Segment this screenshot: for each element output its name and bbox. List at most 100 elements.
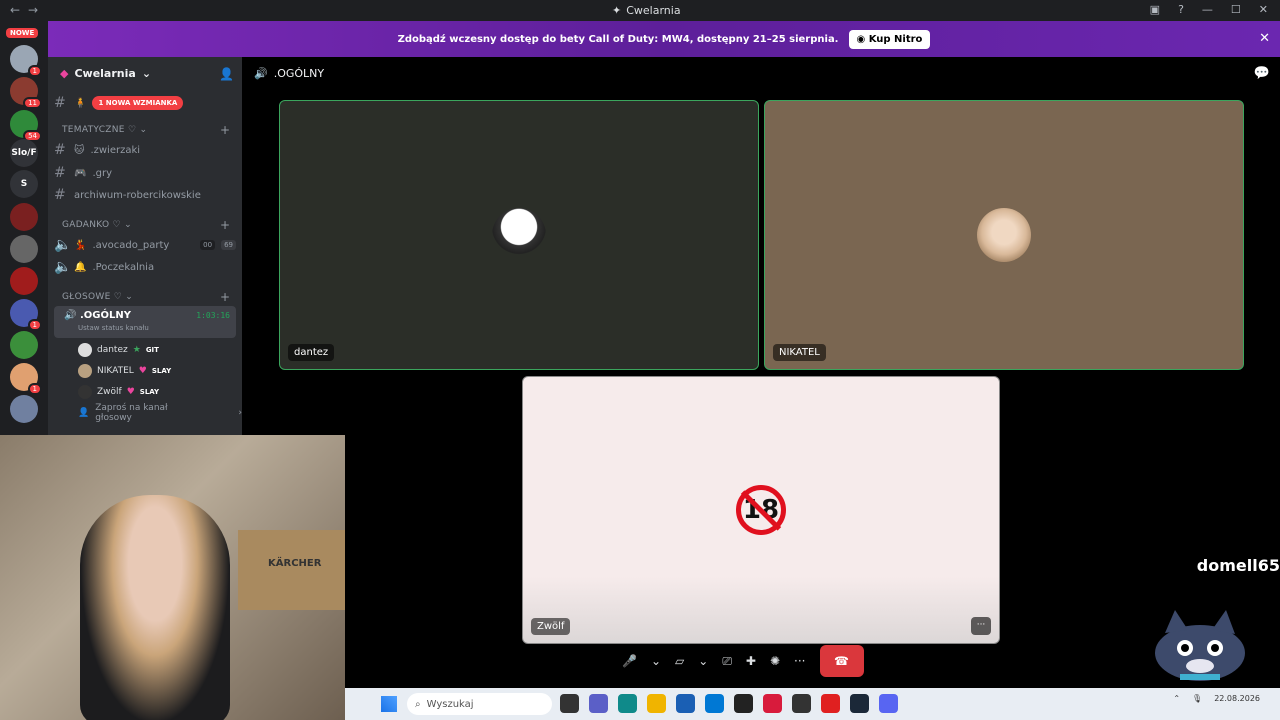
invite-icon: 👤 [78,408,90,418]
add-channel-icon[interactable]: + [220,123,230,137]
tile-more-icon[interactable]: ··· [971,617,991,635]
title-bar: ←→ ✦ Cwelarnia ▣ ? — ☐ ✕ [0,0,1280,21]
teams-icon[interactable] [589,694,608,713]
minimize-button[interactable]: — [1202,3,1213,16]
server-icon[interactable] [10,395,38,423]
voice-user[interactable]: NIKATEL ♥ SLAY [78,362,171,380]
video-tile-zwolf[interactable]: 18 Zwölf ··· [522,376,1000,644]
voice-user[interactable]: dantez ★ GIT [78,341,159,359]
taskbar-search[interactable]: ⌕ Wyszukaj [407,693,552,715]
channel-status[interactable]: Ustaw status kanału [78,324,149,332]
channel-mention[interactable]: # 🧍 1 NOWA WZMIANKA [54,93,236,113]
channel-poczekalnia[interactable]: 🔈 🔔 .Poczekalnia [54,257,236,277]
bell-icon: 🔔 [74,261,87,273]
channel-archiwum[interactable]: # archiwum-robercikowskie [54,185,236,205]
folder-icon[interactable] [647,694,666,713]
add-member-icon[interactable]: 👤 [219,67,234,81]
discord-icon[interactable] [879,694,898,713]
speaker-icon: 🔈 [54,237,72,253]
discord-icon: ✦ [612,4,622,17]
server-icon[interactable]: Slo/F [10,139,38,167]
chevron-up-icon[interactable]: ⌃ [1173,694,1180,703]
server-header[interactable]: ◆ Cwelarnia ⌄ 👤 [48,57,242,90]
server-icon[interactable] [10,267,38,295]
server-icon[interactable] [10,331,38,359]
system-tray: ⌃ 🎙 22.08.2026 [1173,694,1260,703]
mention-badge[interactable]: 1 NOWA WZMIANKA [92,96,184,110]
gamepad-icon: 🎮 [74,167,87,179]
video-tile-nikatel[interactable]: NIKATEL [764,100,1244,370]
server-icon[interactable]: 1 [10,299,42,331]
channel-emoji-icon: 🧍 [74,97,87,109]
channel-zwierzaki[interactable]: # 🐱 .zwierzaki [54,140,236,160]
maximize-button[interactable]: ☐ [1231,3,1241,16]
voice-user[interactable]: Zwölf ♥ SLAY [78,383,159,401]
chat-icon[interactable]: 💬 [1254,66,1270,81]
invite-voice[interactable]: 👤 Zaproś na kanał głosowy › [78,403,242,423]
video-tile-dantez[interactable]: dantez [279,100,759,370]
no-18-sign: 18 [736,485,786,535]
obs-icon[interactable] [792,694,811,713]
github-icon[interactable] [734,694,753,713]
server-icon[interactable] [10,235,38,263]
server-icon[interactable]: 1 [10,363,42,395]
channel-avocado-party[interactable]: 🔈 💃 .avocado_party 00 69 [54,235,236,255]
voice-channel-header: 🔊 .OGÓLNY 💬 [254,66,1270,81]
server-icon[interactable] [10,203,38,231]
camera-off-icon[interactable]: ▱ [675,654,684,668]
inbox-icon[interactable]: ▣ [1150,3,1160,16]
category-gadanko[interactable]: GADANKO ♡ ⌄ [62,220,132,230]
channel-gry[interactable]: # 🎮 .gry [54,163,236,183]
server-icon[interactable]: 11 [10,77,42,109]
server-icon[interactable]: S [10,170,38,198]
date: 22.08.2026 [1214,694,1260,703]
opera-icon[interactable] [821,694,840,713]
task-view-icon[interactable] [560,694,579,713]
speaker-icon: 🔊 [64,310,80,321]
call-timer: 1:03:16 [196,311,230,320]
user-limit: 69 [221,240,236,250]
speaker-icon: 🔊 [254,66,268,80]
kup-nitro-button[interactable]: ◉ Kup Nitro [848,29,931,49]
server-icon[interactable]: 1 [10,45,42,77]
star-icon: ★ [132,345,141,355]
outlook-icon[interactable] [705,694,724,713]
add-channel-icon[interactable]: + [220,218,230,232]
more-icon[interactable]: ··· [794,654,805,668]
search-icon: ⌕ [415,698,421,710]
heart-icon: ♥ [126,387,135,397]
chevron-down-icon[interactable]: ⌄ [698,654,708,668]
help-icon[interactable]: ? [1178,3,1184,16]
avatar [977,208,1031,262]
chevron-right-icon: › [238,408,242,418]
cardboard-box: KÄRCHER [238,530,345,610]
cat-mascot-icon [1155,610,1245,681]
steam-icon[interactable] [850,694,869,713]
banner-text: Zdobądź wczesny dostęp do bety Call of D… [397,33,839,45]
soundboard-icon[interactable]: ✺ [770,654,780,668]
mic-tray-icon[interactable]: 🎙 [1192,694,1202,703]
windows-start-icon[interactable] [381,696,397,712]
channel-ogolny-active[interactable]: 🔊 .OGÓLNY 1:03:16 Ustaw status kanału [54,306,236,338]
hash-icon: # [54,142,66,158]
hangup-button[interactable]: ☎ [819,645,864,677]
app-icon[interactable] [763,694,782,713]
stream-username: domell65 [1196,556,1280,575]
microphone-icon[interactable]: 🎤 [622,654,637,668]
add-channel-icon[interactable]: + [220,290,230,304]
nitro-icon: ◉ [856,33,869,45]
activity-icon[interactable]: ✚ [746,654,756,668]
screen-share-icon[interactable]: ⎚ [722,654,732,669]
edge-icon[interactable] [618,694,637,713]
avatar [78,364,92,378]
category-glosowe[interactable]: GŁOSOWE ♡ ⌄ [62,292,133,302]
store-icon[interactable] [676,694,695,713]
category-tematyczne[interactable]: TEMATYCZNE ♡ ⌄ [62,125,147,135]
server-icon[interactable]: 54 [10,110,42,142]
close-button[interactable]: ✕ [1259,3,1268,16]
nav-arrows[interactable]: ←→ [10,3,46,17]
user-count: 00 [200,240,216,250]
banner-close-icon[interactable]: ✕ [1259,31,1270,46]
chevron-down-icon[interactable]: ⌄ [651,654,661,668]
hangup-icon: ☎ [834,654,849,668]
